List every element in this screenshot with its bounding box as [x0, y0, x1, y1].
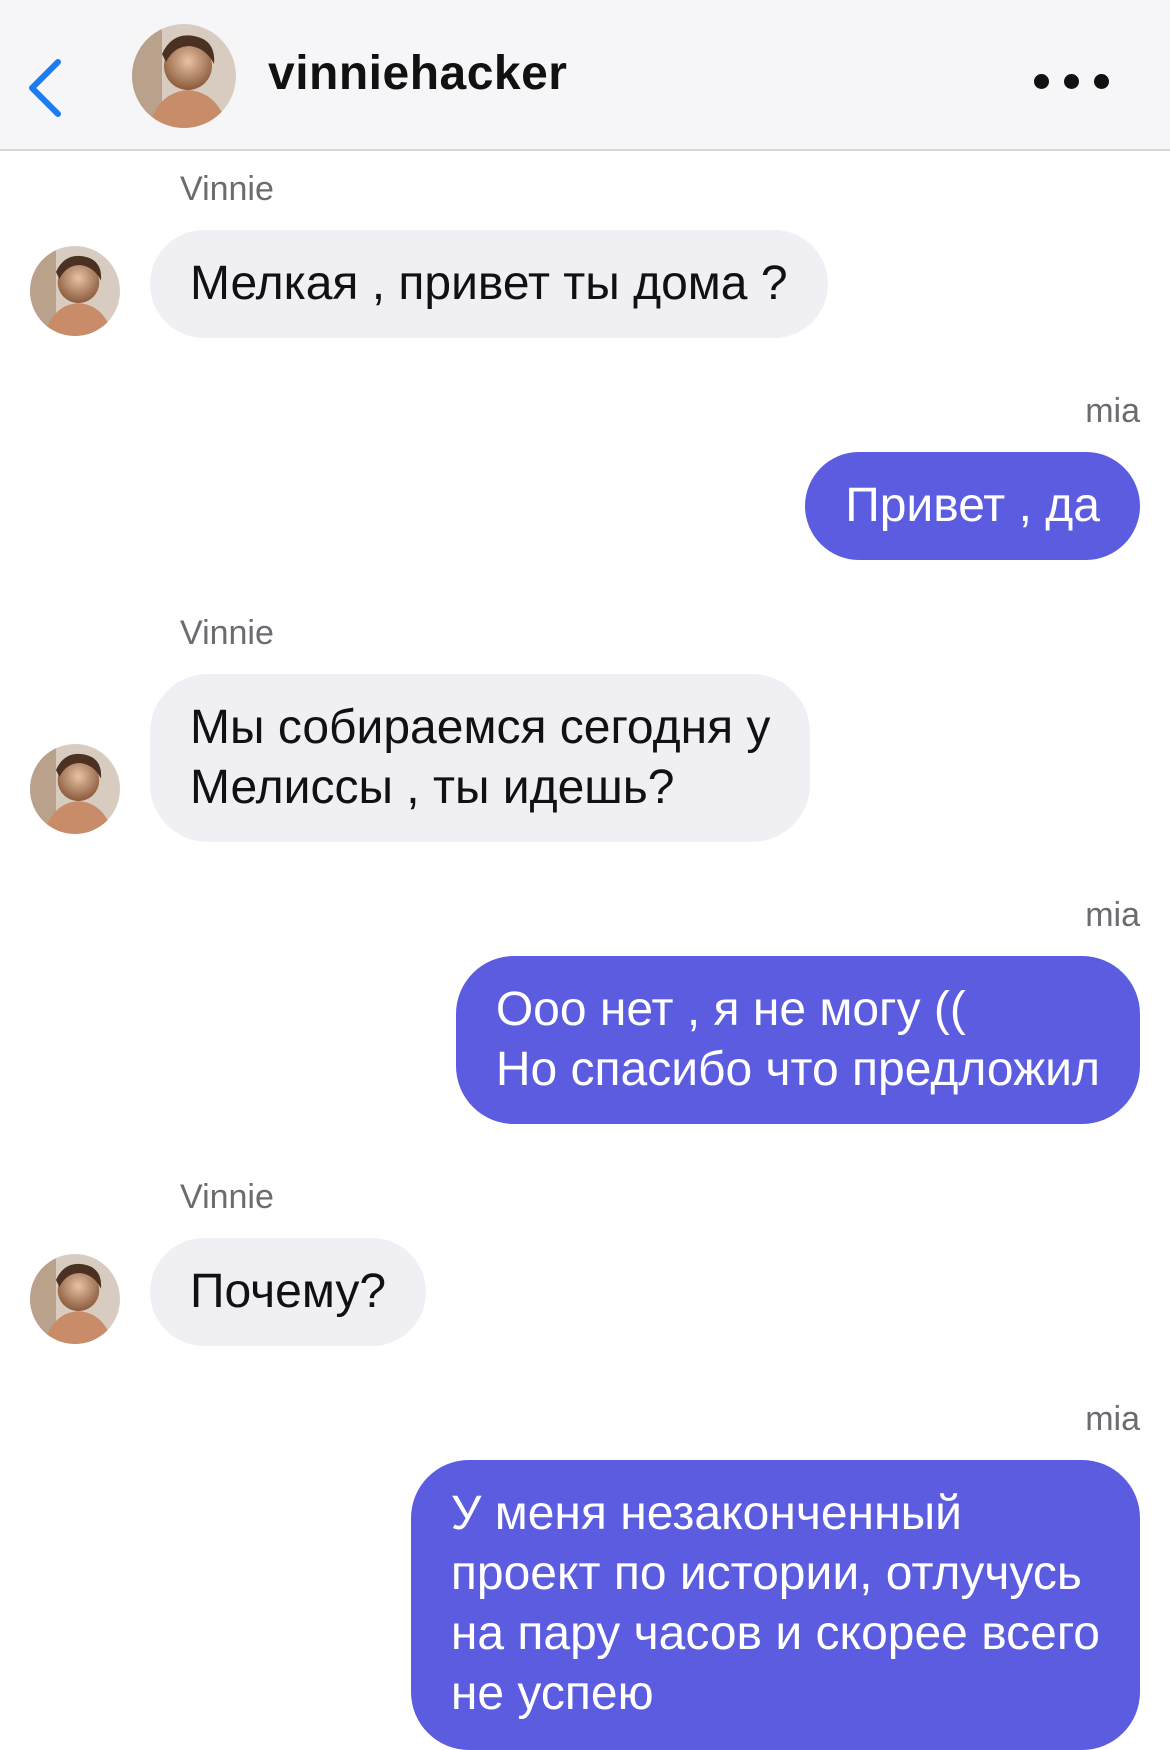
sender-label: Vinnie [180, 614, 274, 652]
more-horizontal-icon [1034, 74, 1049, 89]
sender-label: Vinnie [180, 1178, 274, 1216]
incoming-message-bubble[interactable]: Почему? [150, 1238, 427, 1346]
sender-label: mia [1085, 392, 1140, 430]
back-button[interactable] [20, 48, 80, 128]
outgoing-message-bubble[interactable]: Привет , да [805, 452, 1140, 560]
incoming-message-bubble[interactable]: Мы собираемся сегодня у Мелиссы , ты иде… [150, 674, 811, 842]
more-options-button[interactable] [1026, 66, 1118, 96]
avatar[interactable] [30, 246, 120, 336]
sender-label: mia [1085, 896, 1140, 934]
outgoing-message-bubble[interactable]: У меня незаконченный проект по истории, … [410, 1460, 1140, 1750]
sender-label: mia [1085, 1400, 1140, 1438]
chevron-left-icon [29, 59, 61, 117]
contact-avatar[interactable] [132, 24, 236, 128]
sender-label: Vinnie [180, 170, 274, 208]
avatar[interactable] [30, 1254, 120, 1344]
incoming-message-bubble[interactable]: Мелкая , привет ты дома ? [150, 230, 828, 338]
outgoing-message-bubble[interactable]: Ооо нет , я не могу (( Но спасибо что пр… [455, 956, 1140, 1124]
contact-username[interactable]: vinniehacker [268, 46, 567, 101]
chat-header: vinniehacker [0, 0, 1170, 151]
avatar[interactable] [30, 744, 120, 834]
